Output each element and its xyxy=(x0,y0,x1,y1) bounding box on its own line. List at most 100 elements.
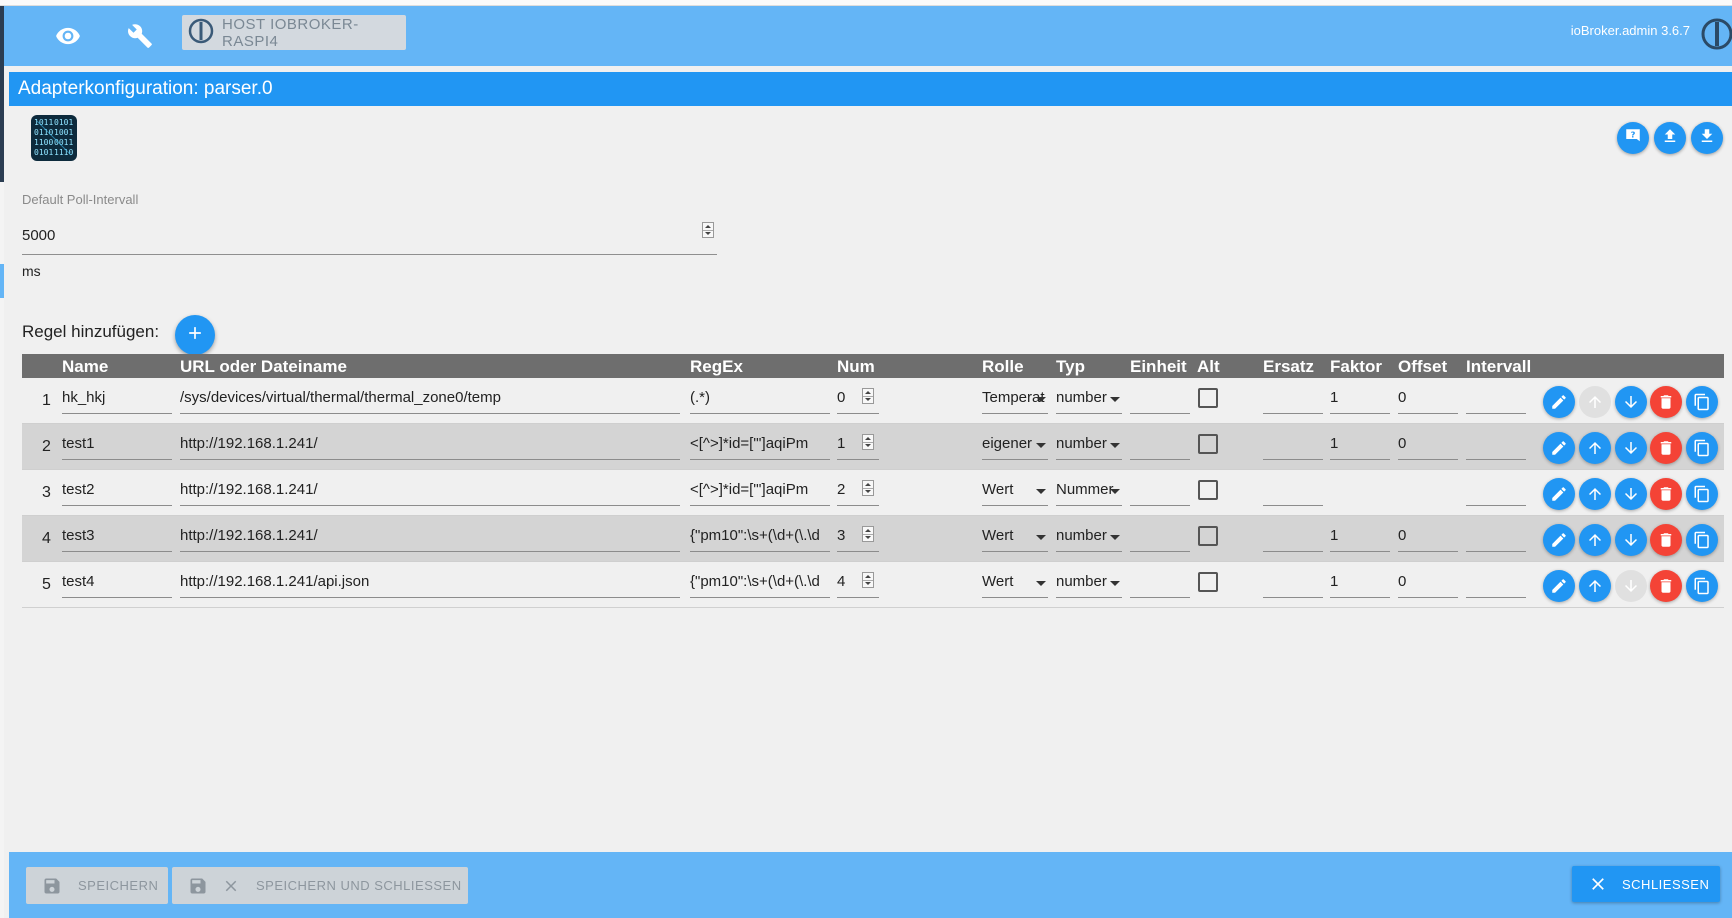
rule-type-select[interactable]: number xyxy=(1056,570,1122,598)
wrench-icon[interactable] xyxy=(120,16,160,56)
delete-button[interactable] xyxy=(1650,524,1682,556)
rule-interval-field[interactable] xyxy=(1466,386,1526,414)
delete-button[interactable] xyxy=(1650,478,1682,510)
poll-interval-label: Default Poll-Intervall xyxy=(22,192,139,207)
rule-name-field[interactable]: test4 xyxy=(62,570,172,598)
edit-button[interactable] xyxy=(1543,524,1575,556)
rule-num-spinner[interactable] xyxy=(862,526,874,542)
copy-button[interactable] xyxy=(1686,478,1718,510)
rule-unit-field[interactable] xyxy=(1130,478,1190,506)
rule-factor-field[interactable] xyxy=(1330,478,1390,506)
arrow-down-icon xyxy=(1622,485,1640,503)
host-selector-button[interactable]: HOST IOBROKER-RASPI4 xyxy=(182,15,406,50)
download-button[interactable] xyxy=(1691,122,1723,154)
poll-interval-input[interactable] xyxy=(22,216,717,255)
rule-substitute-field[interactable] xyxy=(1263,478,1323,506)
arrow-down-button[interactable] xyxy=(1615,432,1647,464)
rule-role-select[interactable]: Temperat xyxy=(982,386,1048,414)
rule-regex-field[interactable]: {"pm10":\s+(\d+(\.\d xyxy=(690,524,830,552)
rule-factor-field[interactable]: 1 xyxy=(1330,570,1390,598)
rule-url-field[interactable]: http://192.168.1.241/ xyxy=(180,432,680,460)
arrow-down-button[interactable] xyxy=(1615,524,1647,556)
poll-interval-spinner[interactable] xyxy=(702,222,714,238)
arrow-down-button[interactable] xyxy=(1615,386,1647,418)
rule-url-field[interactable]: /sys/devices/virtual/thermal/thermal_zon… xyxy=(180,386,680,414)
add-rule-button[interactable] xyxy=(175,315,215,355)
rule-regex-field[interactable]: <[^>]*id=["']aqiPm xyxy=(690,478,830,506)
rule-offset-field[interactable]: 0 xyxy=(1398,570,1458,598)
delete-button[interactable] xyxy=(1650,386,1682,418)
save-button[interactable]: SPEICHERN xyxy=(26,867,168,904)
rule-regex-field[interactable]: {"pm10":\s+(\d+(\.\d xyxy=(690,570,830,598)
eye-icon[interactable] xyxy=(48,16,88,56)
rule-substitute-field[interactable] xyxy=(1263,432,1323,460)
rule-role-select[interactable]: eigener xyxy=(982,432,1048,460)
rule-offset-field[interactable]: 0 xyxy=(1398,386,1458,414)
rule-type-select[interactable]: number xyxy=(1056,524,1122,552)
rule-regex-field[interactable]: (.*) xyxy=(690,386,830,414)
rule-unit-field[interactable] xyxy=(1130,432,1190,460)
copy-button[interactable] xyxy=(1686,386,1718,418)
rule-url-field[interactable]: http://192.168.1.241/ xyxy=(180,478,680,506)
rule-interval-field[interactable] xyxy=(1466,478,1526,506)
rule-role-select[interactable]: Wert xyxy=(982,524,1048,552)
column-header-url: URL oder Dateiname xyxy=(180,357,347,376)
rule-alt-checkbox[interactable] xyxy=(1198,434,1218,454)
rule-type-select[interactable]: number xyxy=(1056,386,1122,414)
rule-offset-field[interactable]: 0 xyxy=(1398,432,1458,460)
rule-substitute-field[interactable] xyxy=(1263,524,1323,552)
rule-offset-field[interactable] xyxy=(1398,478,1458,506)
delete-button[interactable] xyxy=(1650,432,1682,464)
arrow-up-button[interactable] xyxy=(1579,570,1611,602)
floppy-icon xyxy=(42,876,62,896)
rule-num-spinner[interactable] xyxy=(862,480,874,496)
rule-interval-field[interactable] xyxy=(1466,570,1526,598)
arrow-down-button[interactable] xyxy=(1615,478,1647,510)
rule-role-select[interactable]: Wert xyxy=(982,570,1048,598)
rule-num-spinner[interactable] xyxy=(862,572,874,588)
edit-button[interactable] xyxy=(1543,478,1575,510)
help-button[interactable]: ? xyxy=(1617,122,1649,154)
rule-factor-field[interactable]: 1 xyxy=(1330,432,1390,460)
rule-name-field[interactable]: test1 xyxy=(62,432,172,460)
rule-regex-field[interactable]: <[^>]*id=["']aqiPm xyxy=(690,432,830,460)
rule-url-field[interactable]: http://192.168.1.241/api.json xyxy=(180,570,680,598)
rule-type-select[interactable]: number xyxy=(1056,432,1122,460)
edit-button[interactable] xyxy=(1543,386,1575,418)
rule-unit-field[interactable] xyxy=(1130,386,1190,414)
rule-role-select[interactable]: Wert xyxy=(982,478,1048,506)
edit-button[interactable] xyxy=(1543,432,1575,464)
rule-name-field[interactable]: hk_hkj xyxy=(62,386,172,414)
edit-button[interactable] xyxy=(1543,570,1575,602)
copy-button[interactable] xyxy=(1686,570,1718,602)
close-button[interactable]: SCHLIESSEN xyxy=(1572,866,1720,902)
save-and-close-button[interactable]: SPEICHERN UND SCHLIESSEN xyxy=(172,867,468,904)
rule-url-field[interactable]: http://192.168.1.241/ xyxy=(180,524,680,552)
arrow-up-button[interactable] xyxy=(1579,432,1611,464)
rule-factor-field[interactable]: 1 xyxy=(1330,524,1390,552)
rule-alt-checkbox[interactable] xyxy=(1198,526,1218,546)
copy-button[interactable] xyxy=(1686,432,1718,464)
upload-button[interactable] xyxy=(1654,122,1686,154)
rule-alt-checkbox[interactable] xyxy=(1198,388,1218,408)
rule-factor-field[interactable]: 1 xyxy=(1330,386,1390,414)
arrow-up-button[interactable] xyxy=(1579,478,1611,510)
rule-offset-field[interactable]: 0 xyxy=(1398,524,1458,552)
rule-num-spinner[interactable] xyxy=(862,434,874,450)
arrow-up-button[interactable] xyxy=(1579,524,1611,556)
rule-interval-field[interactable] xyxy=(1466,524,1526,552)
rule-alt-checkbox[interactable] xyxy=(1198,572,1218,592)
rule-name-field[interactable]: test3 xyxy=(62,524,172,552)
rule-interval-field[interactable] xyxy=(1466,432,1526,460)
rule-substitute-field[interactable] xyxy=(1263,570,1323,598)
rule-alt-checkbox[interactable] xyxy=(1198,480,1218,500)
rule-num-spinner[interactable] xyxy=(862,388,874,404)
rule-unit-field[interactable] xyxy=(1130,524,1190,552)
svg-text:1100: 1100 xyxy=(34,138,53,147)
copy-button[interactable] xyxy=(1686,524,1718,556)
rule-unit-field[interactable] xyxy=(1130,570,1190,598)
delete-button[interactable] xyxy=(1650,570,1682,602)
rule-substitute-field[interactable] xyxy=(1263,386,1323,414)
rule-name-field[interactable]: test2 xyxy=(62,478,172,506)
rule-type-select[interactable]: Nummer xyxy=(1056,478,1122,506)
